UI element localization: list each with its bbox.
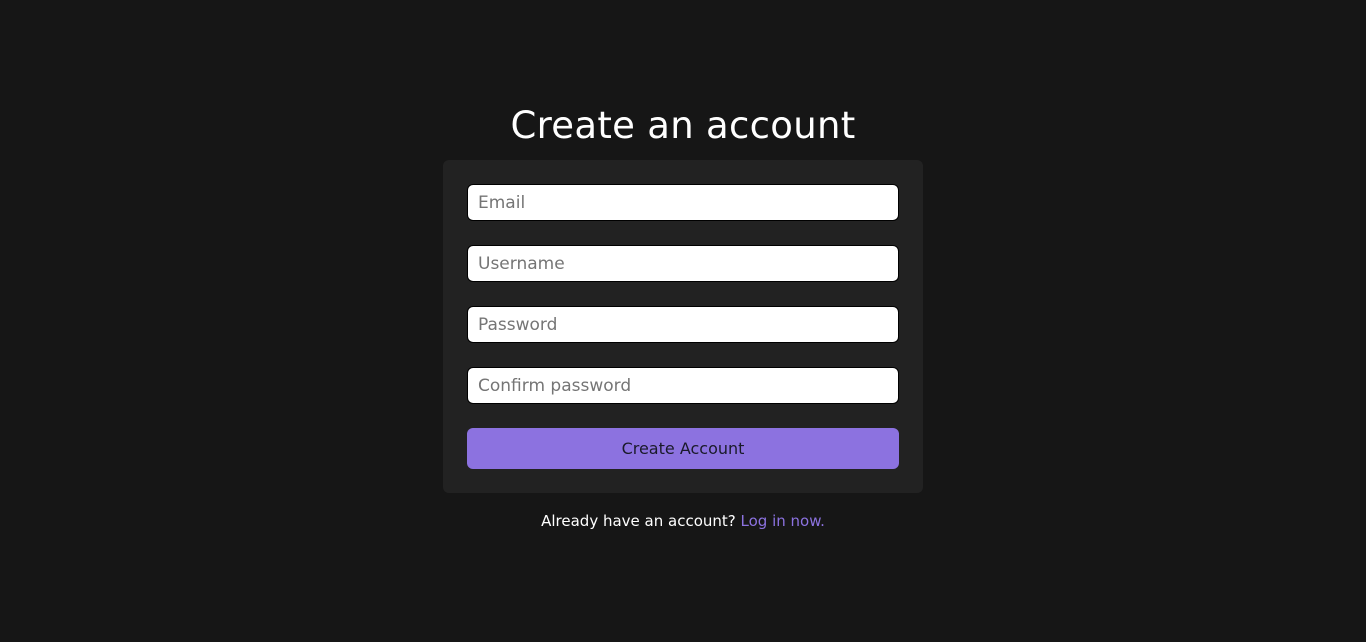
signup-form: Create Account (443, 160, 923, 493)
login-prompt: Already have an account? Log in now. (0, 510, 1366, 532)
login-link[interactable]: Log in now. (741, 512, 825, 530)
login-prompt-text: Already have an account? (541, 512, 736, 530)
password-field[interactable] (467, 306, 899, 343)
page-title: Create an account (510, 104, 856, 147)
signup-page: Create an account Create Account Already… (0, 0, 1366, 642)
email-field[interactable] (467, 184, 899, 221)
username-field[interactable] (467, 245, 899, 282)
create-account-button[interactable]: Create Account (467, 428, 899, 469)
confirm-password-field[interactable] (467, 367, 899, 404)
